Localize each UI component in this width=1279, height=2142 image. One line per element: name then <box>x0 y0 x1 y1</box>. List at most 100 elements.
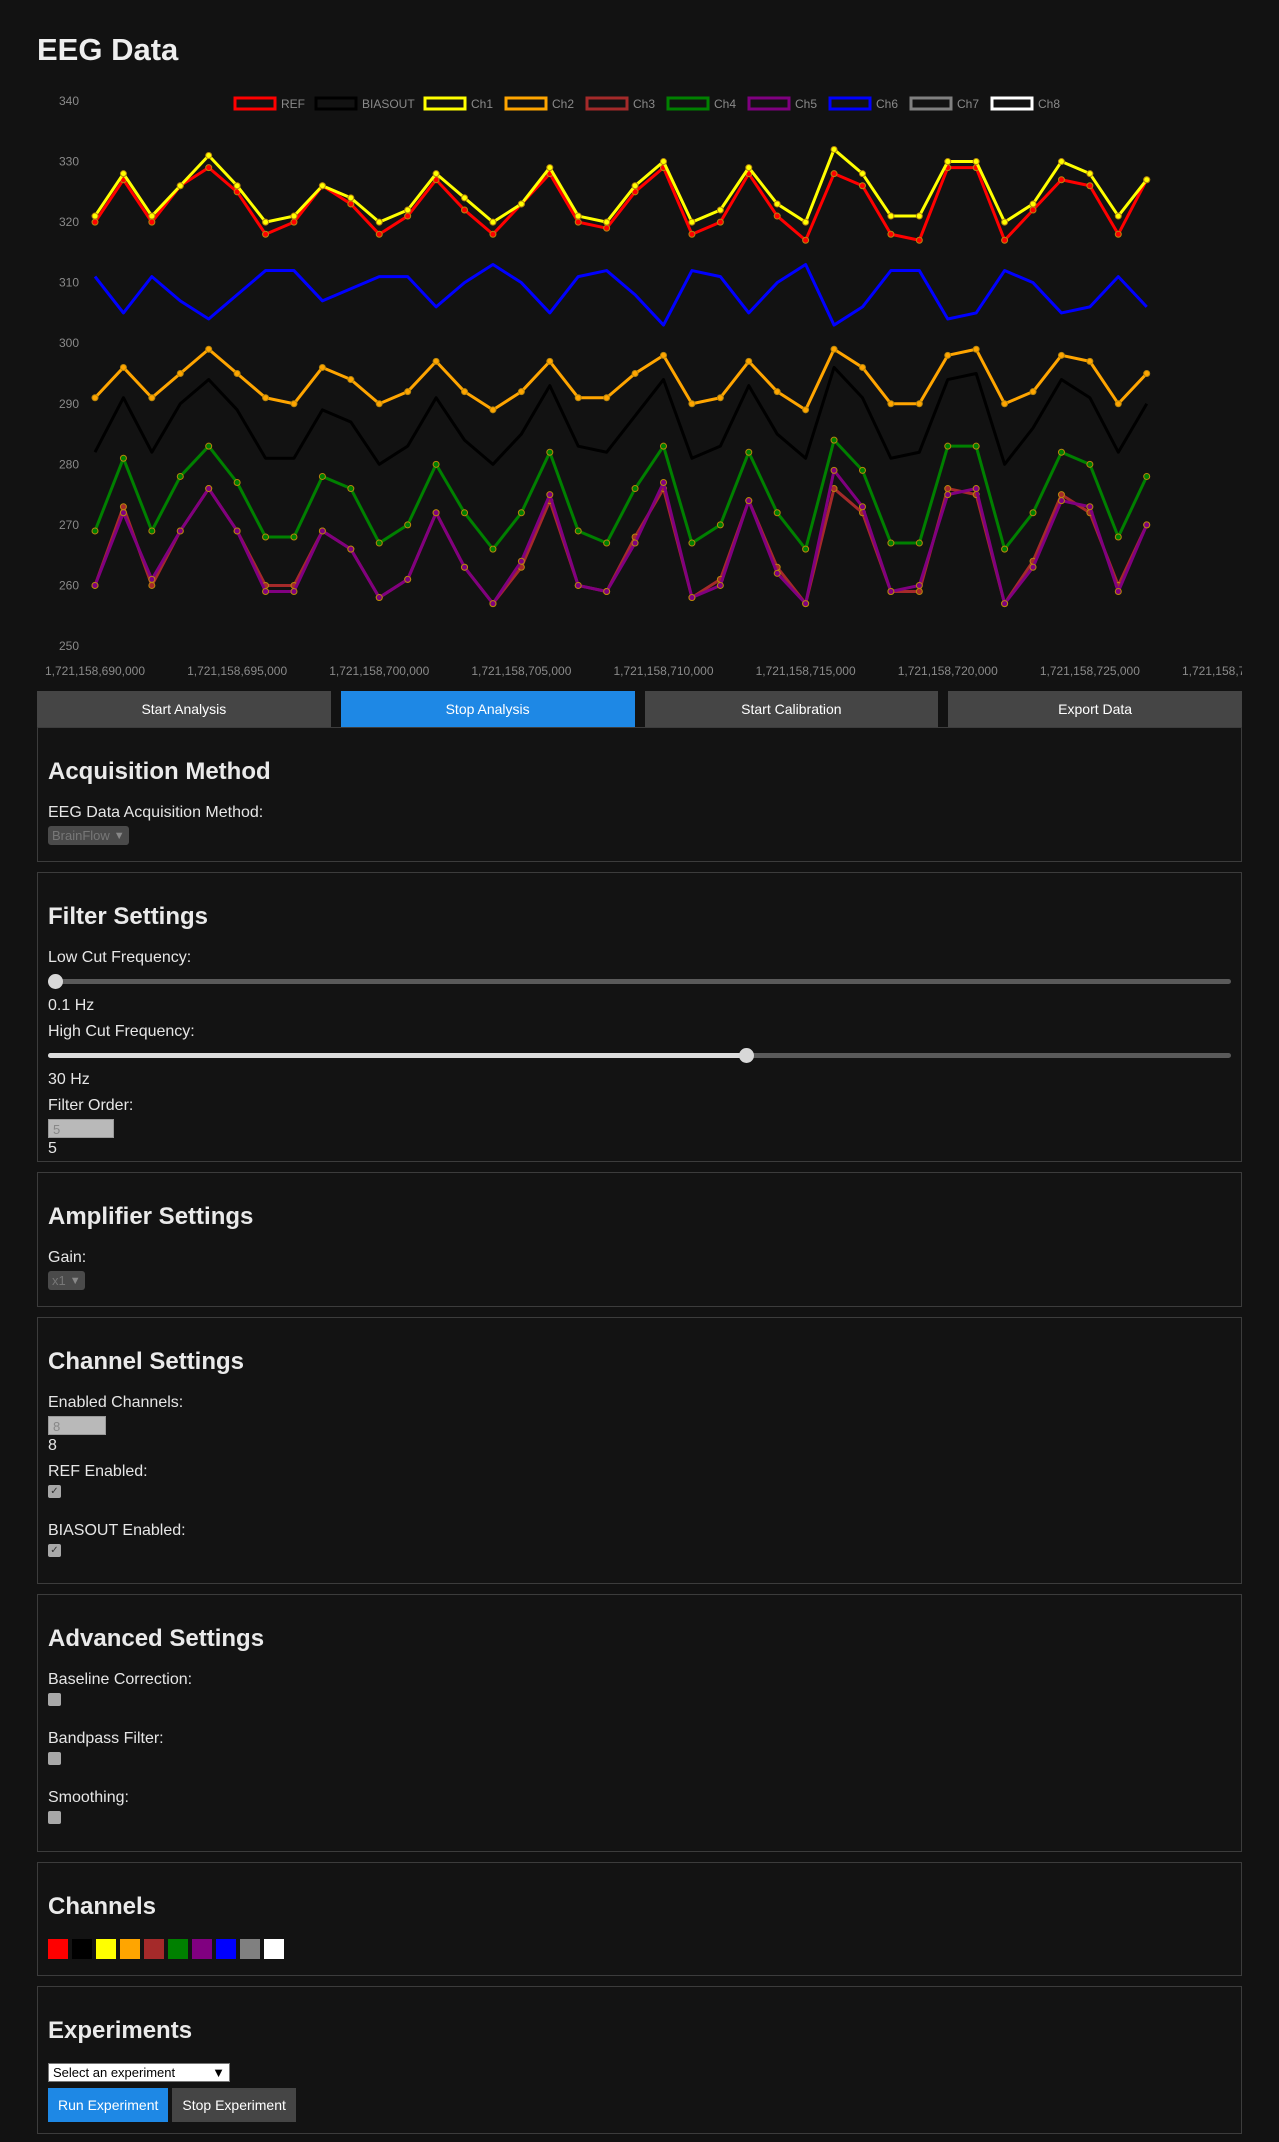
control-buttons: Start Analysis Stop Analysis Start Calib… <box>37 691 1242 727</box>
channel-swatch-8[interactable] <box>216 1939 236 1959</box>
data-point-ch4 <box>887 539 895 547</box>
data-point-ch4 <box>1086 460 1094 468</box>
baseline-correction-checkbox[interactable] <box>48 1693 61 1706</box>
legend-swatch-ch2 <box>504 96 548 111</box>
data-point-ch4 <box>546 448 554 456</box>
data-point-ref <box>1001 236 1009 244</box>
y-tick-label: 320 <box>59 215 79 229</box>
data-point-ch4 <box>972 442 980 450</box>
x-tick-label: 1,721,158,705,000 <box>471 664 571 678</box>
ref-enabled-checkbox[interactable]: ✓ <box>48 1485 61 1498</box>
channel-swatch-5[interactable] <box>144 1939 164 1959</box>
gain-select[interactable]: x1 ▼ <box>48 1271 85 1290</box>
legend-swatch-ch4 <box>666 96 710 111</box>
x-tick-label: 1,721,158,725,000 <box>1040 664 1140 678</box>
biasout-enabled-label: BIASOUT Enabled: <box>48 1522 186 1539</box>
y-tick-label: 310 <box>59 276 79 290</box>
data-point-ch2 <box>1029 388 1037 396</box>
enabled-channels-input[interactable]: 8 <box>48 1416 106 1435</box>
high-cut-label: High Cut Frequency: <box>48 1023 195 1040</box>
channel-swatch-2[interactable] <box>72 1939 92 1959</box>
data-point-ch1 <box>603 218 611 226</box>
x-tick-label: 1,721,158,710,000 <box>613 664 713 678</box>
y-tick-label: 260 <box>59 578 79 592</box>
stop-experiment-button[interactable]: Stop Experiment <box>172 2088 296 2122</box>
stop-analysis-button[interactable]: Stop Analysis <box>340 691 635 727</box>
channel-swatch-7[interactable] <box>192 1939 212 1959</box>
data-point-ref <box>688 230 696 238</box>
data-point-ch1 <box>1001 218 1009 226</box>
series-line-ch2 <box>93 347 1148 412</box>
data-point-ch2 <box>205 345 213 353</box>
acquisition-method-value: BrainFlow <box>52 828 110 843</box>
legend-label-ch7: Ch7 <box>957 97 979 111</box>
chevron-down-icon: ▼ <box>212 2065 225 2080</box>
channel-swatch-10[interactable] <box>264 1939 284 1959</box>
export-data-button[interactable]: Export Data <box>948 691 1242 727</box>
low-cut-slider[interactable] <box>48 973 1231 989</box>
experiment-select[interactable]: Select an experiment ▼ <box>48 2063 230 2082</box>
data-point-ch4 <box>517 509 525 517</box>
data-point-ch2 <box>375 400 383 408</box>
data-point-ref <box>603 224 611 232</box>
legend-swatch-ch5 <box>747 96 791 111</box>
data-point-ch5 <box>887 588 895 595</box>
filter-order-value: 5 <box>48 1140 57 1157</box>
data-point-ch4 <box>404 521 412 529</box>
low-cut-thumb[interactable] <box>48 974 63 989</box>
data-point-ref <box>404 212 412 220</box>
data-point-ch5 <box>318 527 326 535</box>
data-point-ch4 <box>318 472 326 480</box>
acquisition-method-select[interactable]: BrainFlow ▼ <box>48 826 129 845</box>
biasout-enabled-checkbox[interactable]: ✓ <box>48 1544 61 1557</box>
data-point-ch4 <box>773 509 781 517</box>
channel-swatch-9[interactable] <box>240 1939 260 1959</box>
page: EEG Data 340 330 320 310 300 290 280 270 260 250 1… <box>0 0 1279 2134</box>
legend-swatch-ch8 <box>990 96 1034 111</box>
data-point-ch5 <box>148 575 156 583</box>
data-point-ch5 <box>176 527 184 535</box>
smoothing-checkbox[interactable] <box>48 1811 61 1824</box>
high-cut-thumb[interactable] <box>738 1048 754 1063</box>
filter-panel: Filter Settings Low Cut Frequency: 0.1 H… <box>37 872 1242 1162</box>
data-point-ref <box>1086 182 1094 190</box>
high-cut-fill <box>48 1053 746 1058</box>
channel-swatch-4[interactable] <box>120 1939 140 1959</box>
run-experiment-button[interactable]: Run Experiment <box>48 2088 169 2122</box>
data-point-ch4 <box>745 448 753 456</box>
data-point-ch1 <box>205 152 213 159</box>
high-cut-slider[interactable] <box>48 1047 1231 1063</box>
channel-swatch-3[interactable] <box>96 1939 116 1959</box>
start-analysis-button[interactable]: Start Analysis <box>37 691 331 727</box>
data-point-ch4 <box>603 539 611 547</box>
legend-label-ch5: Ch5 <box>795 97 817 111</box>
channel-swatch-6[interactable] <box>168 1939 188 1959</box>
legend-label-biasout: BIASOUT <box>362 97 415 111</box>
data-point-ch1 <box>944 158 952 166</box>
gain-value: x1 <box>52 1273 66 1288</box>
data-point-ch5 <box>517 557 525 565</box>
data-point-ch4 <box>176 472 184 480</box>
channel-settings-panel: Channel Settings Enabled Channels: 8 8 R… <box>37 1317 1242 1584</box>
y-tick-label: 290 <box>59 397 79 411</box>
channel-swatch-1[interactable] <box>48 1939 68 1959</box>
data-point-ch2 <box>1114 400 1122 408</box>
eeg-chart: 340 330 320 310 300 290 280 270 260 250 1,721,158,… <box>37 71 1242 691</box>
data-point-ch2 <box>119 363 127 371</box>
legend-label-ch4: Ch4 <box>714 97 736 111</box>
bandpass-filter-checkbox[interactable] <box>48 1752 61 1765</box>
filter-order-input[interactable]: 5 <box>48 1119 114 1138</box>
data-point-ref <box>1057 176 1065 184</box>
data-point-ch5 <box>858 503 866 511</box>
enabled-channels-label: Enabled Channels: <box>48 1394 184 1411</box>
data-point-ch1 <box>546 164 554 172</box>
start-calibration-button[interactable]: Start Calibration <box>644 691 939 727</box>
data-point-ch5 <box>461 563 469 571</box>
legend-swatch-biasout <box>314 96 358 111</box>
experiment-buttons: Run Experiment Stop Experiment <box>48 2088 1231 2122</box>
data-point-ch5 <box>944 491 952 499</box>
data-point-ch2 <box>830 345 838 353</box>
data-point-ch2 <box>290 400 298 408</box>
data-point-ch1 <box>830 145 838 153</box>
data-point-ch5 <box>1001 600 1009 608</box>
